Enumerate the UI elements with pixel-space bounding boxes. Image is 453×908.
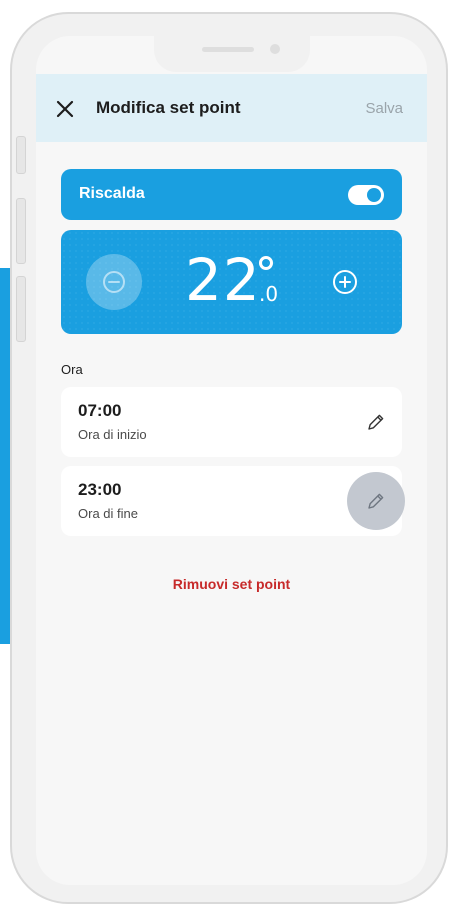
phone-side-button [16, 136, 26, 174]
temperature-value: 22 [185, 246, 261, 314]
save-button[interactable]: Salva [365, 100, 403, 117]
start-time-card[interactable]: 07:00 Ora di inizio [61, 387, 402, 457]
start-time-value: 07:00 [78, 401, 122, 420]
decrease-temperature-button[interactable] [86, 254, 142, 310]
app-screen: Modifica set point Salva Riscalda 22 .0 … [36, 36, 427, 885]
end-time-label: Ora di fine [78, 506, 138, 521]
end-time-value: 23:00 [78, 480, 122, 499]
plus-circle-icon [333, 270, 357, 294]
end-time-card[interactable]: 23:00 Ora di fine [61, 466, 405, 536]
page-title: Modifica set point [96, 98, 241, 117]
pencil-icon[interactable] [366, 412, 386, 432]
temperature-card: 22 .0 [61, 230, 402, 334]
time-section-label: Ora [61, 362, 83, 377]
phone-notch [154, 36, 310, 72]
phone-volume-down-button [16, 276, 26, 342]
temperature-decimal: .0 [259, 282, 279, 306]
remove-set-point-button[interactable]: Rimuovi set point [36, 576, 427, 592]
pencil-icon[interactable] [366, 491, 386, 511]
close-icon[interactable] [54, 98, 76, 120]
increase-temperature-button[interactable] [329, 266, 361, 298]
start-time-label: Ora di inizio [78, 427, 147, 442]
heating-mode-card: Riscalda [61, 169, 402, 220]
degree-symbol [259, 256, 273, 270]
heating-mode-toggle[interactable] [348, 185, 384, 205]
speaker-grille [202, 47, 254, 52]
toggle-knob [367, 188, 381, 202]
front-camera [270, 44, 280, 54]
app-header: Modifica set point Salva [36, 74, 427, 142]
phone-volume-up-button [16, 198, 26, 264]
minus-circle-icon [103, 271, 125, 293]
heating-mode-label: Riscalda [79, 185, 145, 202]
